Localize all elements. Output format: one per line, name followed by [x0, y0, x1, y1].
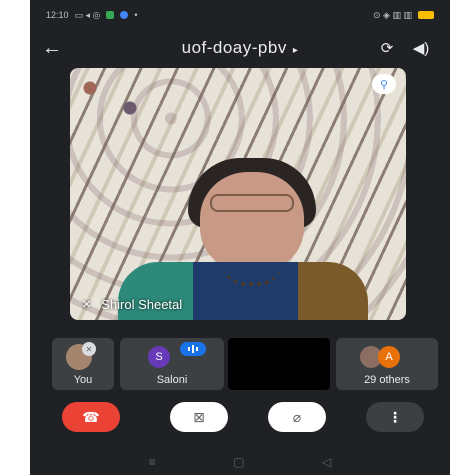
notification-dot-icon — [120, 11, 129, 19]
status-bar: 12:10 ▭ ◂ ◎ • ⊙ ◈ ▥ ▥ — [30, 0, 450, 30]
signal-icons: ⊙ ◈ ▥ ▥ — [373, 9, 412, 20]
notification-icons: ▭ ◂ ◎ — [74, 9, 101, 20]
speaker-icon[interactable]: ◀) — [404, 39, 438, 57]
home-icon[interactable]: ▢ — [233, 455, 244, 469]
battery-icon — [418, 11, 434, 19]
speaking-indicator-icon — [180, 342, 206, 356]
android-nav-bar: ≡ ▢ ◁ — [30, 448, 450, 475]
pin-icon[interactable]: ⚲ — [372, 74, 396, 94]
participant-video — [118, 158, 368, 320]
avatar: S — [148, 346, 170, 368]
mic-muted-icon: ✕ — [82, 342, 96, 356]
back-nav-icon[interactable]: ◁ — [322, 455, 331, 469]
mic-off-icon: ⌀ — [292, 408, 302, 425]
chevron-right-icon: ▸ — [292, 45, 299, 56]
main-video-feed[interactable]: ⚲ ✕ Shirol Sheetal — [70, 68, 406, 320]
phone-hangup-icon: ☎ — [82, 408, 100, 425]
meet-app-icon — [106, 11, 115, 19]
tile-video-off[interactable] — [228, 338, 330, 390]
arrow-left-icon[interactable]: ← — [42, 37, 70, 60]
more-options-button[interactable]: ⋮ — [366, 402, 424, 432]
tile-you[interactable]: ✕ You — [52, 338, 114, 390]
more-notifications-icon: • — [134, 10, 138, 20]
meeting-title[interactable]: uof-doay-pbv ▸ — [70, 38, 370, 58]
participant-name: Shirol Sheetal — [101, 297, 183, 312]
more-vert-icon: ⋮ — [388, 408, 402, 425]
tile-label: You — [73, 374, 93, 386]
camera-switch-icon[interactable]: ⟳ — [370, 39, 404, 57]
camera-off-icon: ⊠ — [193, 408, 205, 425]
call-controls: ☎ ⊠ ⌀ ⋮ — [30, 402, 450, 432]
camera-toggle-button[interactable]: ⊠ — [170, 402, 228, 432]
phone-screen: 12:10 ▭ ◂ ◎ • ⊙ ◈ ▥ ▥ ← uof-doay-pbv ▸ ⟳ … — [30, 0, 450, 475]
title-bar: ← uof-doay-pbv ▸ ⟳ ◀) — [30, 30, 450, 66]
status-time: 12:10 — [46, 10, 69, 20]
tile-others[interactable]: A 29 others — [336, 338, 438, 390]
participant-label: ✕ Shirol Sheetal — [82, 297, 182, 312]
tile-saloni[interactable]: S Saloni — [120, 338, 224, 390]
tile-label: Saloni — [156, 374, 188, 386]
recents-icon[interactable]: ≡ — [149, 455, 156, 469]
meeting-code: uof-doay-pbv — [181, 38, 287, 57]
mic-off-icon: ✕ — [82, 299, 92, 311]
mic-toggle-button[interactable]: ⌀ — [268, 402, 326, 432]
tile-label: 29 others — [364, 374, 410, 386]
end-call-button[interactable]: ☎ — [62, 402, 120, 432]
avatar: A — [378, 346, 400, 368]
